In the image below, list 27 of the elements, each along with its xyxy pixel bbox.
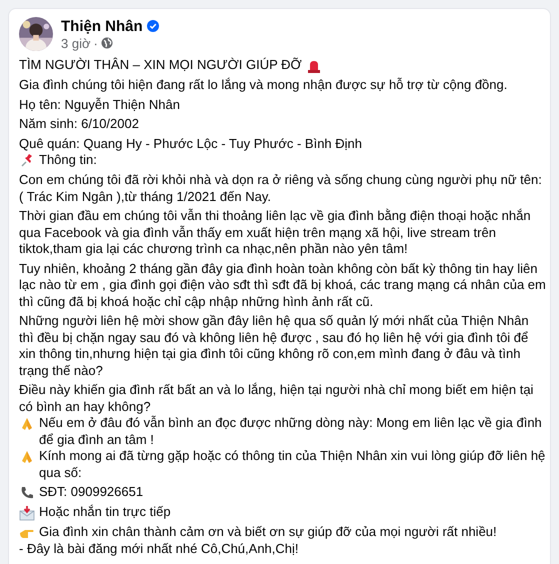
post-text: Điều này khiến gia đình rất bất an và lo lắng, hiện tại người nhà chỉ mong biết em hiện tại có bình an hay không?	[19, 382, 534, 415]
post-text: Gia đình xin chân thành cảm ơn và biết ơn sự giúp đỡ của mọi người rất nhiều!	[39, 524, 497, 540]
post-text: TÌM NGƯỜI THÂN – XIN MỌI NGƯỜI GIÚP ĐỠ	[19, 57, 302, 74]
separator: ·	[94, 36, 98, 50]
post-text: Năm sinh: 6/10/2002	[19, 116, 139, 132]
phone-icon	[19, 485, 35, 501]
post-text: Gia đình chúng tôi hiện đang rất lo lắng và mong nhận được sự hỗ trợ từ cộng đồng.	[19, 77, 508, 94]
post-text: Hoặc nhắn tin trực tiếp	[39, 504, 171, 520]
author-name[interactable]: Thiện Nhân	[61, 18, 143, 34]
post-text: Tuy nhiên, khoảng 2 tháng gần đây gia đình hoàn toàn không còn bất kỳ thông tin hay liên lạc nào từ em , gia đình gọi điện vào sđt thì sđt đã bị khoá, các trang mạng cá nhân của em thì cũng đã bị khoá hoặc chỉ cập nhập những hình ảnh rất cũ.	[19, 260, 546, 310]
post-text: Kính mong ai đã từng gặp hoặc có thông tin của Thiện Nhân xin vui lòng giúp đỡ liên hệ qua số:	[39, 448, 546, 481]
globe-icon	[100, 37, 113, 49]
post-text: Những người liên hệ mời show gần đây liên hệ qua số quản lý mới nhất của Thiện Nhân thì đều bị chặn ngay sau đó và không liên hệ được , sau đó họ liên hệ với gia đình tôi để xin thông tin,nhưng hiện tại gia đình tôi cũng không rõ con,em mình đang ở đâu và tình trạng thế nào?	[19, 313, 530, 379]
post-text: SĐT: 0909926651	[39, 484, 144, 500]
envelope-icon	[19, 505, 35, 521]
pin-icon	[19, 153, 35, 169]
post-text: Quê quán: Quang Hy - Phước Lộc - Tuy Phước - Bình Định	[19, 136, 362, 152]
post-text: Con em chúng tôi đã rời khỏi nhà và dọn ra ở riêng và sống chung cùng người phụ nữ tên:( Trác Kim Ngân ),từ tháng 1/2021 đến Nay.	[19, 172, 543, 205]
post-text: - Đây là bài đăng mới nhất nhé Cô,Chú,Anh,Chị!	[19, 541, 299, 558]
folded-hands-icon	[19, 416, 35, 432]
post-time[interactable]: 3 giờ	[61, 36, 90, 50]
folded-hands-icon	[19, 449, 35, 465]
post-text: Nếu em ở đâu đó vẫn bình an đọc được những dòng này: Mong em liên lạc về gia đình để gia đình an tâm !	[39, 415, 543, 448]
post-text: Họ tên: Nguyễn Thiện Nhân	[19, 96, 180, 113]
post-text: Thời gian đầu em chúng tôi vẫn thi thoảng liên lạc về gia đình bằng điện thoại hoặc nhắn qua Facebook và gia đình vẫn thấy em xuất hiện trên mạng xã hội, live stream trên tiktok,tham gia lại các chương trình ca nhạc,nên phần nào yên tâm!	[19, 208, 532, 258]
siren-icon	[306, 58, 322, 74]
post-text: Thông tin:	[39, 152, 97, 168]
